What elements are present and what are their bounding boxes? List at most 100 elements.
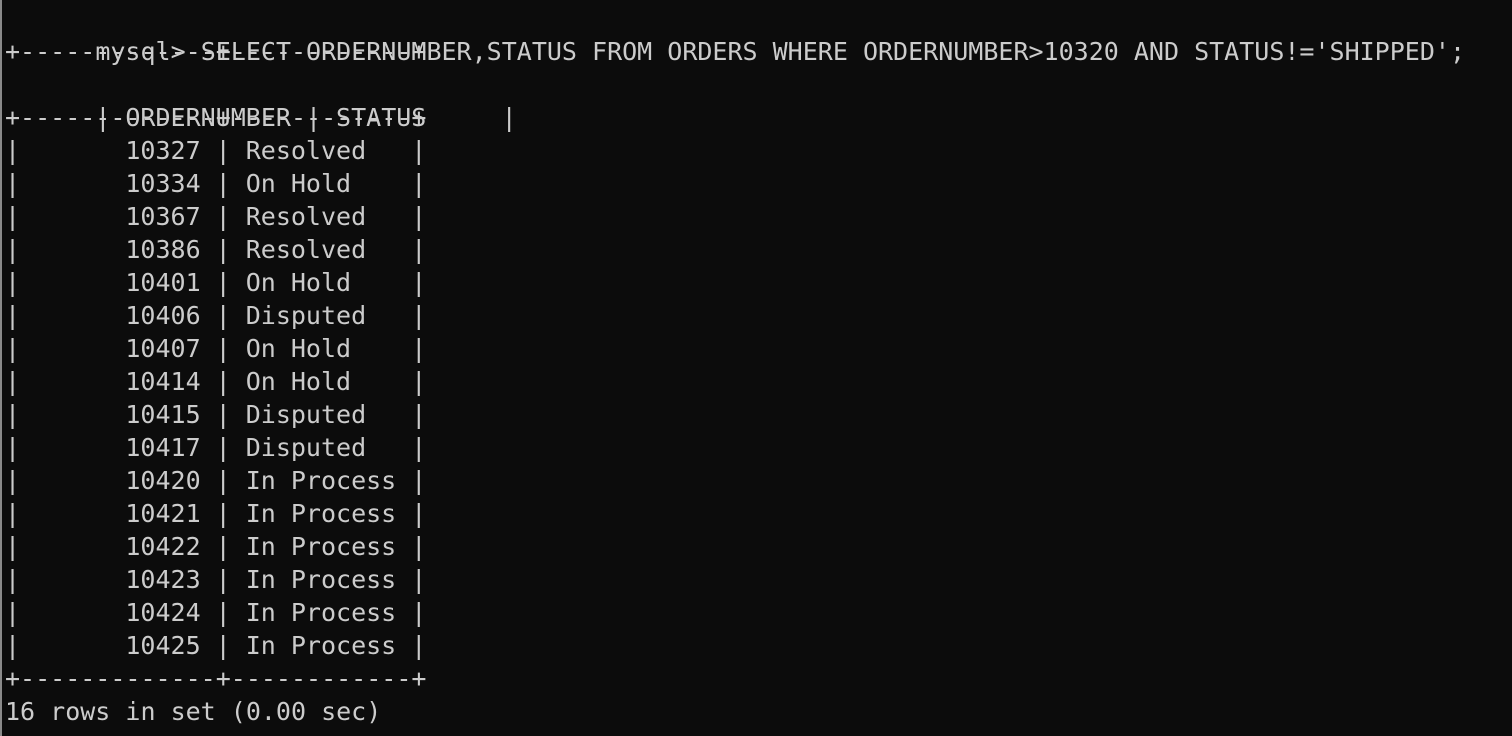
table-row: | 10421 | In Process |	[5, 497, 1465, 530]
column-separator: |	[215, 631, 231, 660]
command-line[interactable]: mysql> SELECT ORDERNUMBER,STATUS FROM OR…	[5, 2, 1465, 66]
column-separator: |	[411, 136, 427, 165]
cell-ordernumber: 10415	[20, 400, 216, 429]
column-separator: |	[411, 466, 427, 495]
column-separator: |	[411, 202, 427, 231]
column-separator: |	[215, 565, 231, 594]
cell-status: Resolved	[230, 136, 412, 165]
cell-status: In Process	[230, 565, 412, 594]
cell-ordernumber: 10407	[20, 334, 216, 363]
column-separator: |	[5, 268, 21, 297]
result-summary: 16 rows in set (0.00 sec)	[5, 697, 382, 726]
column-separator: |	[5, 532, 21, 561]
table-row: | 10425 | In Process |	[5, 629, 1465, 662]
column-separator: |	[5, 499, 21, 528]
column-separator: |	[215, 532, 231, 561]
column-separator: |	[215, 202, 231, 231]
table-body: | 10327 | Resolved | | 10334 | On Hold | |…	[5, 134, 1465, 662]
column-separator: |	[5, 598, 21, 627]
table-row: | 10386 | Resolved |	[5, 233, 1465, 266]
column-separator: |	[411, 400, 427, 429]
cell-status: On Hold	[230, 169, 412, 198]
cell-ordernumber: 10421	[20, 499, 216, 528]
column-separator: |	[411, 268, 427, 297]
column-separator: |	[215, 301, 231, 330]
column-separator: |	[411, 169, 427, 198]
column-separator: |	[5, 301, 21, 330]
column-separator: |	[215, 598, 231, 627]
table-row: | 10415 | Disputed |	[5, 398, 1465, 431]
cell-ordernumber: 10417	[20, 433, 216, 462]
cell-ordernumber: 10406	[20, 301, 216, 330]
column-separator: |	[5, 466, 21, 495]
column-separator: |	[5, 334, 21, 363]
cell-ordernumber: 10386	[20, 235, 216, 264]
column-separator: |	[411, 598, 427, 627]
column-separator: |	[5, 202, 21, 231]
cell-status: In Process	[230, 499, 412, 528]
column-separator: |	[411, 532, 427, 561]
column-separator: |	[215, 136, 231, 165]
cell-ordernumber: 10367	[20, 202, 216, 231]
column-separator: |	[411, 631, 427, 660]
column-separator: |	[215, 334, 231, 363]
cell-ordernumber: 10424	[20, 598, 216, 627]
table-row: | 10423 | In Process |	[5, 563, 1465, 596]
cell-status: In Process	[230, 466, 412, 495]
column-separator: |	[5, 367, 21, 396]
cell-status: On Hold	[230, 268, 412, 297]
table-row: | 10422 | In Process |	[5, 530, 1465, 563]
cell-ordernumber: 10425	[20, 631, 216, 660]
column-separator: |	[215, 466, 231, 495]
column-separator: |	[215, 499, 231, 528]
column-separator: |	[215, 268, 231, 297]
table-row: | 10407 | On Hold |	[5, 332, 1465, 365]
column-separator: |	[5, 400, 21, 429]
cell-status: Disputed	[230, 433, 412, 462]
column-separator: |	[215, 235, 231, 264]
cell-status: On Hold	[230, 334, 412, 363]
column-separator: |	[411, 433, 427, 462]
cell-ordernumber: 10334	[20, 169, 216, 198]
cell-status: Disputed	[230, 301, 412, 330]
column-separator: |	[215, 169, 231, 198]
cell-ordernumber: 10401	[20, 268, 216, 297]
cell-status: In Process	[230, 532, 412, 561]
column-separator: |	[215, 433, 231, 462]
table-row: | 10417 | Disputed |	[5, 431, 1465, 464]
cell-ordernumber: 10422	[20, 532, 216, 561]
column-separator: |	[411, 235, 427, 264]
column-separator: |	[5, 631, 21, 660]
table-row: | 10406 | Disputed |	[5, 299, 1465, 332]
column-separator: |	[411, 334, 427, 363]
table-row: | 10367 | Resolved |	[5, 200, 1465, 233]
cell-ordernumber: 10423	[20, 565, 216, 594]
cell-status: Resolved	[230, 202, 412, 231]
column-separator: |	[215, 367, 231, 396]
table-row: | 10401 | On Hold |	[5, 266, 1465, 299]
column-separator: |	[5, 565, 21, 594]
table-row: | 10424 | In Process |	[5, 596, 1465, 629]
table-row: | 10420 | In Process |	[5, 464, 1465, 497]
column-separator: |	[215, 400, 231, 429]
cell-status: Resolved	[230, 235, 412, 264]
table-header-border: +-------------+------------+	[5, 103, 427, 132]
cell-status: In Process	[230, 631, 412, 660]
terminal-window[interactable]: mysql> SELECT ORDERNUMBER,STATUS FROM OR…	[0, 0, 1512, 736]
column-separator: |	[411, 301, 427, 330]
cell-ordernumber: 10420	[20, 466, 216, 495]
terminal-screen: mysql> SELECT ORDERNUMBER,STATUS FROM OR…	[5, 2, 1465, 728]
column-separator: |	[411, 565, 427, 594]
column-separator: |	[5, 169, 21, 198]
cell-status: In Process	[230, 598, 412, 627]
table-row: | 10334 | On Hold |	[5, 167, 1465, 200]
column-separator: |	[5, 136, 21, 165]
column-separator: |	[411, 367, 427, 396]
column-separator: |	[411, 499, 427, 528]
table-header-row: | ORDERNUMBER | STATUS |	[95, 103, 517, 132]
cell-status: Disputed	[230, 400, 412, 429]
cell-ordernumber: 10414	[20, 367, 216, 396]
table-row: | 10327 | Resolved |	[5, 134, 1465, 167]
table-row: | 10414 | On Hold |	[5, 365, 1465, 398]
column-separator: |	[5, 235, 21, 264]
